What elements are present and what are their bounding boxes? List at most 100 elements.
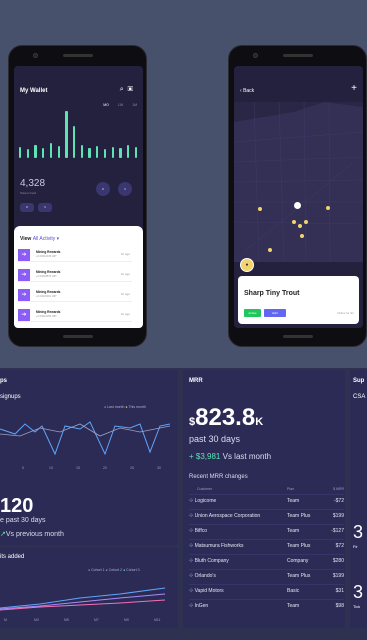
company-icon: ✣ <box>189 588 194 594</box>
chevron-down-icon[interactable]: ▾ <box>57 236 60 242</box>
poi-dot[interactable] <box>300 234 304 238</box>
arrow-icon: ➔ <box>18 269 30 281</box>
all-activity-link[interactable]: All Activity <box>33 236 56 242</box>
map-phone: ‹ Back + ● Sharp Tiny Trout Active Edit … <box>228 45 367 347</box>
activity-age: 1h ago <box>120 272 130 276</box>
wallet-value: 4,328 <box>20 178 46 189</box>
x-tick-label: M7 <box>94 618 99 622</box>
arrow-icon: ➔ <box>18 249 30 261</box>
x-tick-label: 30 <box>157 466 161 470</box>
phone-camera <box>33 53 38 58</box>
customer-cell: ✣ Bluth Company <box>189 558 229 564</box>
location-marker[interactable] <box>294 202 301 209</box>
status-badge[interactable]: Active <box>244 309 261 317</box>
signups-title: ps <box>0 378 8 384</box>
table-row[interactable]: ✣ Union Aerospace Corporation Team Plus … <box>189 509 344 521</box>
mrr-value-cell: $98 <box>335 603 344 609</box>
cohorts-panel: its added ● Cohort 1 ● Cohort 2 ● Cohort… <box>0 548 178 628</box>
table-row[interactable]: ✣ Vapid Motors Basic $31 <box>189 584 344 596</box>
qr-icon[interactable]: ▣ <box>128 86 137 93</box>
company-icon: ✣ <box>189 543 194 549</box>
customer-cell: ✣ Matsumura Fishworks <box>189 543 244 549</box>
activity-item[interactable]: ➔ Mining Rewards +0.00023001 LBT 1h ago <box>18 288 132 302</box>
customer-cell: ✣ Biffco <box>189 528 208 534</box>
edit-button[interactable]: Edit <box>264 309 286 317</box>
phone-speaker-bottom <box>62 335 93 338</box>
back-button[interactable]: ‹ Back <box>240 88 254 94</box>
device-name: Sharp Tiny Trout <box>244 290 300 297</box>
cohorts-legend: ● Cohort 1 ● Cohort 2 ● Cohort 3 <box>88 568 140 572</box>
device-card[interactable]: Sharp Tiny Trout Active Edit Online for … <box>238 276 359 324</box>
table-row[interactable]: ✣ Matsumura Fishworks Team Plus $72 <box>189 539 344 551</box>
tab-1m[interactable]: 1M <box>132 103 137 107</box>
plan-cell: Team Plus <box>287 573 311 579</box>
x-tick-label: M <box>4 618 7 622</box>
poi-dot[interactable] <box>268 248 272 252</box>
send-button[interactable]: S <box>118 182 132 196</box>
poi-dot[interactable] <box>292 220 296 224</box>
user-avatar-badge[interactable]: ● <box>240 258 254 272</box>
wallet-bar <box>73 125 76 158</box>
activity-item[interactable]: ➔ Mining Rewards +0.00012345 LBT 1h ago <box>18 248 132 262</box>
wallet-pill-2[interactable]: S <box>38 203 52 212</box>
company-icon: ✣ <box>189 558 194 564</box>
signups-comparison: ↗Vs previous month <box>0 531 64 538</box>
wallet-bar <box>80 145 83 158</box>
wallet-pill-1[interactable]: R <box>20 203 34 212</box>
arrow-icon: ➔ <box>18 309 30 321</box>
mrr-value-cell: $199 <box>332 513 344 519</box>
map-view[interactable] <box>234 101 363 263</box>
x-tick-label: 25 <box>130 466 134 470</box>
mrr-value-cell: -$127 <box>331 528 344 534</box>
x-tick-label: M11 <box>154 618 161 622</box>
table-row[interactable]: ✣ Logicome Team -$72 <box>189 494 344 506</box>
device-status-text: Online for 4m <box>337 311 354 315</box>
wallet-bar <box>42 148 45 158</box>
add-button[interactable]: + <box>351 83 357 94</box>
mrr-value-cell: $199 <box>332 573 344 579</box>
activity-age: 1h ago <box>120 252 130 256</box>
poi-dot[interactable] <box>326 206 330 210</box>
table-row[interactable]: ✣ InGen Team $98 <box>189 599 344 611</box>
activity-item[interactable]: ➔ Mining Rewards +0.00010054 LBT 1h ago <box>18 308 132 322</box>
plan-cell: Team <box>287 498 300 504</box>
activity-title: Mining Rewards <box>36 310 61 314</box>
mrr-value-cell: $72 <box>335 543 344 549</box>
mrr-panel: MRR $823.8K past 30 days + $3,981 Vs las… <box>183 370 345 628</box>
support-sub: CSA <box>353 394 366 400</box>
mrr-value-cell: $280 <box>332 558 344 564</box>
poi-dot[interactable] <box>304 220 308 224</box>
search-icon[interactable]: ⌕ <box>120 86 128 93</box>
plan-cell: Basic <box>287 588 300 594</box>
cohorts-chart <box>0 587 166 611</box>
support-panel: Sup CSA 3 Fir 3 Tick <box>350 370 367 628</box>
x-tick-label: 5 <box>22 466 24 470</box>
tab-mo[interactable]: MO <box>103 103 109 107</box>
table-row[interactable]: ✣ Bluth Company Company $280 <box>189 554 344 566</box>
mrr-amount: $823.8K <box>189 404 264 431</box>
activity-subtitle: +0.00010054 LBT <box>36 315 57 318</box>
wallet-bar <box>96 146 99 158</box>
x-tick-label: 20 <box>103 466 107 470</box>
table-row[interactable]: ✣ Orlando's Team Plus $199 <box>189 569 344 581</box>
company-icon: ✣ <box>189 528 194 534</box>
wallet-bar <box>19 147 22 158</box>
activity-title: Mining Rewards <box>36 290 61 294</box>
activity-age: 1h ago <box>120 292 130 296</box>
phone-speaker-bottom <box>282 335 313 338</box>
wallet-value-caption: Tokens held <box>20 191 37 195</box>
activity-item[interactable]: ➔ Mining Rewards +0.00018876 LBT 1h ago <box>18 268 132 282</box>
plan-cell: Team Plus <box>287 543 311 549</box>
table-row[interactable]: ✣ Biffco Team -$127 <box>189 524 344 536</box>
plan-cell: Team <box>287 528 300 534</box>
activity-subtitle: +0.00018876 LBT <box>36 275 57 278</box>
poi-dot[interactable] <box>298 224 302 228</box>
customer-cell: ✣ InGen <box>189 603 209 609</box>
tab-1w[interactable]: 1W <box>118 103 123 107</box>
company-icon: ✣ <box>189 498 194 504</box>
customer-cell: ✣ Logicome <box>189 498 217 504</box>
receive-button[interactable]: R <box>96 182 110 196</box>
signups-period: e past 30 days <box>0 517 46 524</box>
poi-dot[interactable] <box>258 207 262 211</box>
wallet-bar <box>119 148 122 158</box>
